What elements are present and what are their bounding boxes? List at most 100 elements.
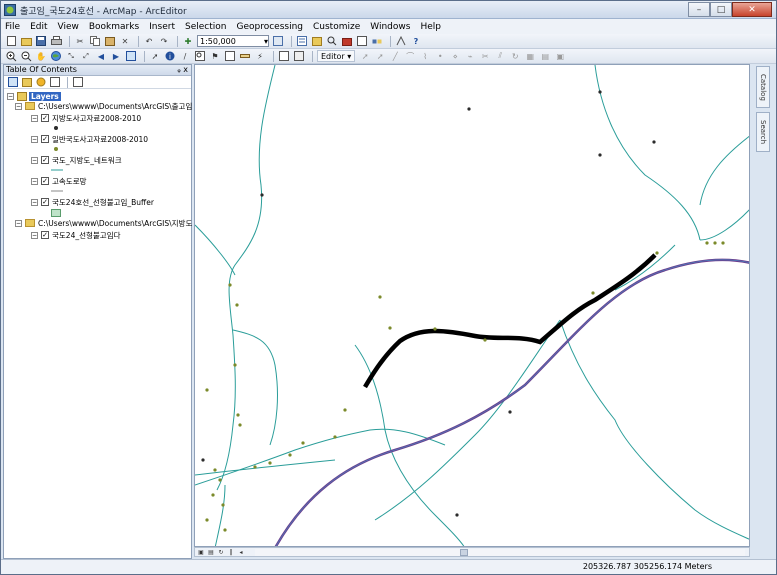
catalog-tab[interactable]: Catalog (756, 66, 770, 108)
full-extent-icon[interactable] (50, 51, 62, 62)
trace-icon[interactable]: ⌇ (419, 51, 431, 62)
create-features-icon[interactable]: ▣ (554, 51, 566, 62)
layer-visibility-checkbox[interactable]: ✓ (41, 231, 49, 239)
save-icon[interactable] (35, 36, 47, 47)
redo-icon[interactable]: ↷ (158, 36, 170, 47)
maximize-button[interactable]: □ (710, 2, 732, 17)
toc-group-row[interactable]: − C:\Users\wwww\Documents\ArcGIS\지방도 사 (15, 218, 202, 228)
python-icon[interactable] (356, 36, 368, 47)
identify-icon[interactable]: i (164, 51, 176, 62)
help-icon[interactable]: ? (410, 36, 422, 47)
map-canvas[interactable] (195, 65, 750, 547)
search-tab[interactable]: Search (756, 112, 770, 152)
horizontal-scrollbar[interactable] (255, 549, 745, 556)
find-route-icon[interactable]: ⚑ (209, 51, 221, 62)
cut-polygons-icon[interactable]: ✂ (479, 51, 491, 62)
toc-layer-row[interactable]: − ✓ 고속도로망 (31, 176, 87, 186)
scroll-left-icon[interactable]: ◂ (237, 549, 245, 556)
select-features-icon[interactable] (125, 51, 137, 62)
list-by-drawing-order-icon[interactable] (7, 77, 18, 87)
open-icon[interactable] (20, 36, 32, 47)
rotate-icon[interactable]: ↻ (509, 51, 521, 62)
scrollbar-thumb[interactable] (460, 549, 468, 556)
pause-drawing-icon[interactable]: ‖ (227, 549, 235, 556)
menu-edit[interactable]: Edit (30, 22, 47, 32)
layer-visibility-checkbox[interactable]: ✓ (41, 156, 49, 164)
reshape-icon[interactable]: ⌁ (464, 51, 476, 62)
menu-help[interactable]: Help (420, 22, 441, 32)
editor-toolbar-icon[interactable] (272, 36, 284, 47)
layer-visibility-checkbox[interactable]: ✓ (41, 177, 49, 185)
edit-vertices-icon[interactable]: ⋄ (449, 51, 461, 62)
hyperlink-icon[interactable]: ⚡ (254, 51, 266, 62)
toc-layer-row[interactable]: − ✓ 지방도사고자료2008-2010 (31, 113, 141, 123)
toc-layer-row[interactable]: − ✓ 국도24호선_선형불고임_Buffer (31, 197, 154, 207)
find-icon[interactable] (194, 51, 206, 62)
map-view[interactable] (194, 64, 750, 547)
add-data-icon[interactable]: ✚ (182, 36, 194, 47)
copy-icon[interactable] (89, 36, 101, 47)
menu-windows[interactable]: Windows (370, 22, 410, 32)
layer-visibility-checkbox[interactable]: ✓ (41, 114, 49, 122)
goto-xy-icon[interactable] (224, 51, 236, 62)
attributes-icon[interactable]: ▦ (524, 51, 536, 62)
search-icon[interactable] (326, 36, 338, 47)
point-icon[interactable]: • (434, 51, 446, 62)
forward-extent-icon[interactable]: ▶ (110, 51, 122, 62)
edit-annotation-icon[interactable]: ➚ (374, 51, 386, 62)
layer-visibility-checkbox[interactable]: ✓ (41, 198, 49, 206)
collapse-icon[interactable]: − (31, 135, 38, 143)
sketch-properties-icon[interactable]: ▤ (539, 51, 551, 62)
editor-toolbar-toggle-icon[interactable] (395, 36, 407, 47)
toc-layer-row[interactable]: − ✓ 국도_지방도_네트워크 (31, 155, 122, 165)
toc-layer-row[interactable]: − ✓ 국도24_선형불고임다 (31, 230, 121, 240)
map-scale-combo[interactable]: 1:50,000 ▾ (197, 35, 269, 47)
toc-group-row[interactable]: − C:\Users\wwww\Documents\ArcGIS\출고임 (15, 101, 192, 111)
list-by-visibility-icon[interactable] (35, 77, 46, 87)
list-by-selection-icon[interactable] (49, 77, 60, 87)
zoom-in-icon[interactable] (5, 51, 17, 62)
create-viewer-icon[interactable] (293, 51, 305, 62)
menu-insert[interactable]: Insert (149, 22, 175, 32)
pin-icon[interactable]: ᵩ x (177, 65, 188, 74)
list-by-source-icon[interactable] (21, 77, 32, 87)
back-extent-icon[interactable]: ◀ (95, 51, 107, 62)
route-24-buffer-line[interactable] (363, 253, 657, 389)
toc-layer-row[interactable]: − ✓ 일반국도사고자료2008-2010 (31, 134, 148, 144)
time-slider-icon[interactable] (278, 51, 290, 62)
straight-segment-icon[interactable]: ╱ (389, 51, 401, 62)
paste-icon[interactable] (104, 36, 116, 47)
split-icon[interactable]: ⫽ (494, 51, 506, 62)
options-icon[interactable] (72, 77, 83, 87)
collapse-icon[interactable]: − (7, 92, 14, 100)
menu-selection[interactable]: Selection (185, 22, 226, 32)
collapse-icon[interactable]: − (31, 198, 38, 206)
fixed-zoom-in-icon[interactable]: ⤡ (65, 51, 77, 62)
table-of-contents-icon[interactable] (296, 36, 308, 47)
pan-icon[interactable]: ✋ (35, 51, 47, 62)
collapse-icon[interactable]: − (31, 231, 38, 239)
fixed-zoom-out-icon[interactable]: ⤢ (80, 51, 92, 62)
menu-file[interactable]: File (5, 22, 20, 32)
collapse-icon[interactable]: − (31, 156, 38, 164)
model-builder-icon[interactable] (371, 36, 383, 47)
refresh-icon[interactable]: ↻ (217, 549, 225, 556)
edit-tool-icon[interactable]: ➚ (359, 51, 371, 62)
collapse-icon[interactable]: − (15, 102, 22, 110)
select-icon[interactable]: ➚ (149, 51, 161, 62)
layer-visibility-checkbox[interactable]: ✓ (41, 135, 49, 143)
menu-view[interactable]: View (58, 22, 79, 32)
collapse-icon[interactable]: − (31, 114, 38, 122)
arctoolbox-icon[interactable] (341, 36, 353, 47)
layers-root-row[interactable]: − Layers (7, 91, 61, 101)
measure-icon[interactable] (239, 51, 251, 62)
collapse-icon[interactable]: − (31, 177, 38, 185)
undo-icon[interactable]: ↶ (143, 36, 155, 47)
minimize-button[interactable]: – (688, 2, 710, 17)
close-button[interactable]: ✕ (732, 2, 772, 17)
new-icon[interactable] (5, 36, 17, 47)
arc-segment-icon[interactable]: ⌒ (404, 51, 416, 62)
menu-geoprocessing[interactable]: Geoprocessing (236, 22, 303, 32)
zoom-out-icon[interactable] (20, 51, 32, 62)
menu-bookmarks[interactable]: Bookmarks (89, 22, 139, 32)
